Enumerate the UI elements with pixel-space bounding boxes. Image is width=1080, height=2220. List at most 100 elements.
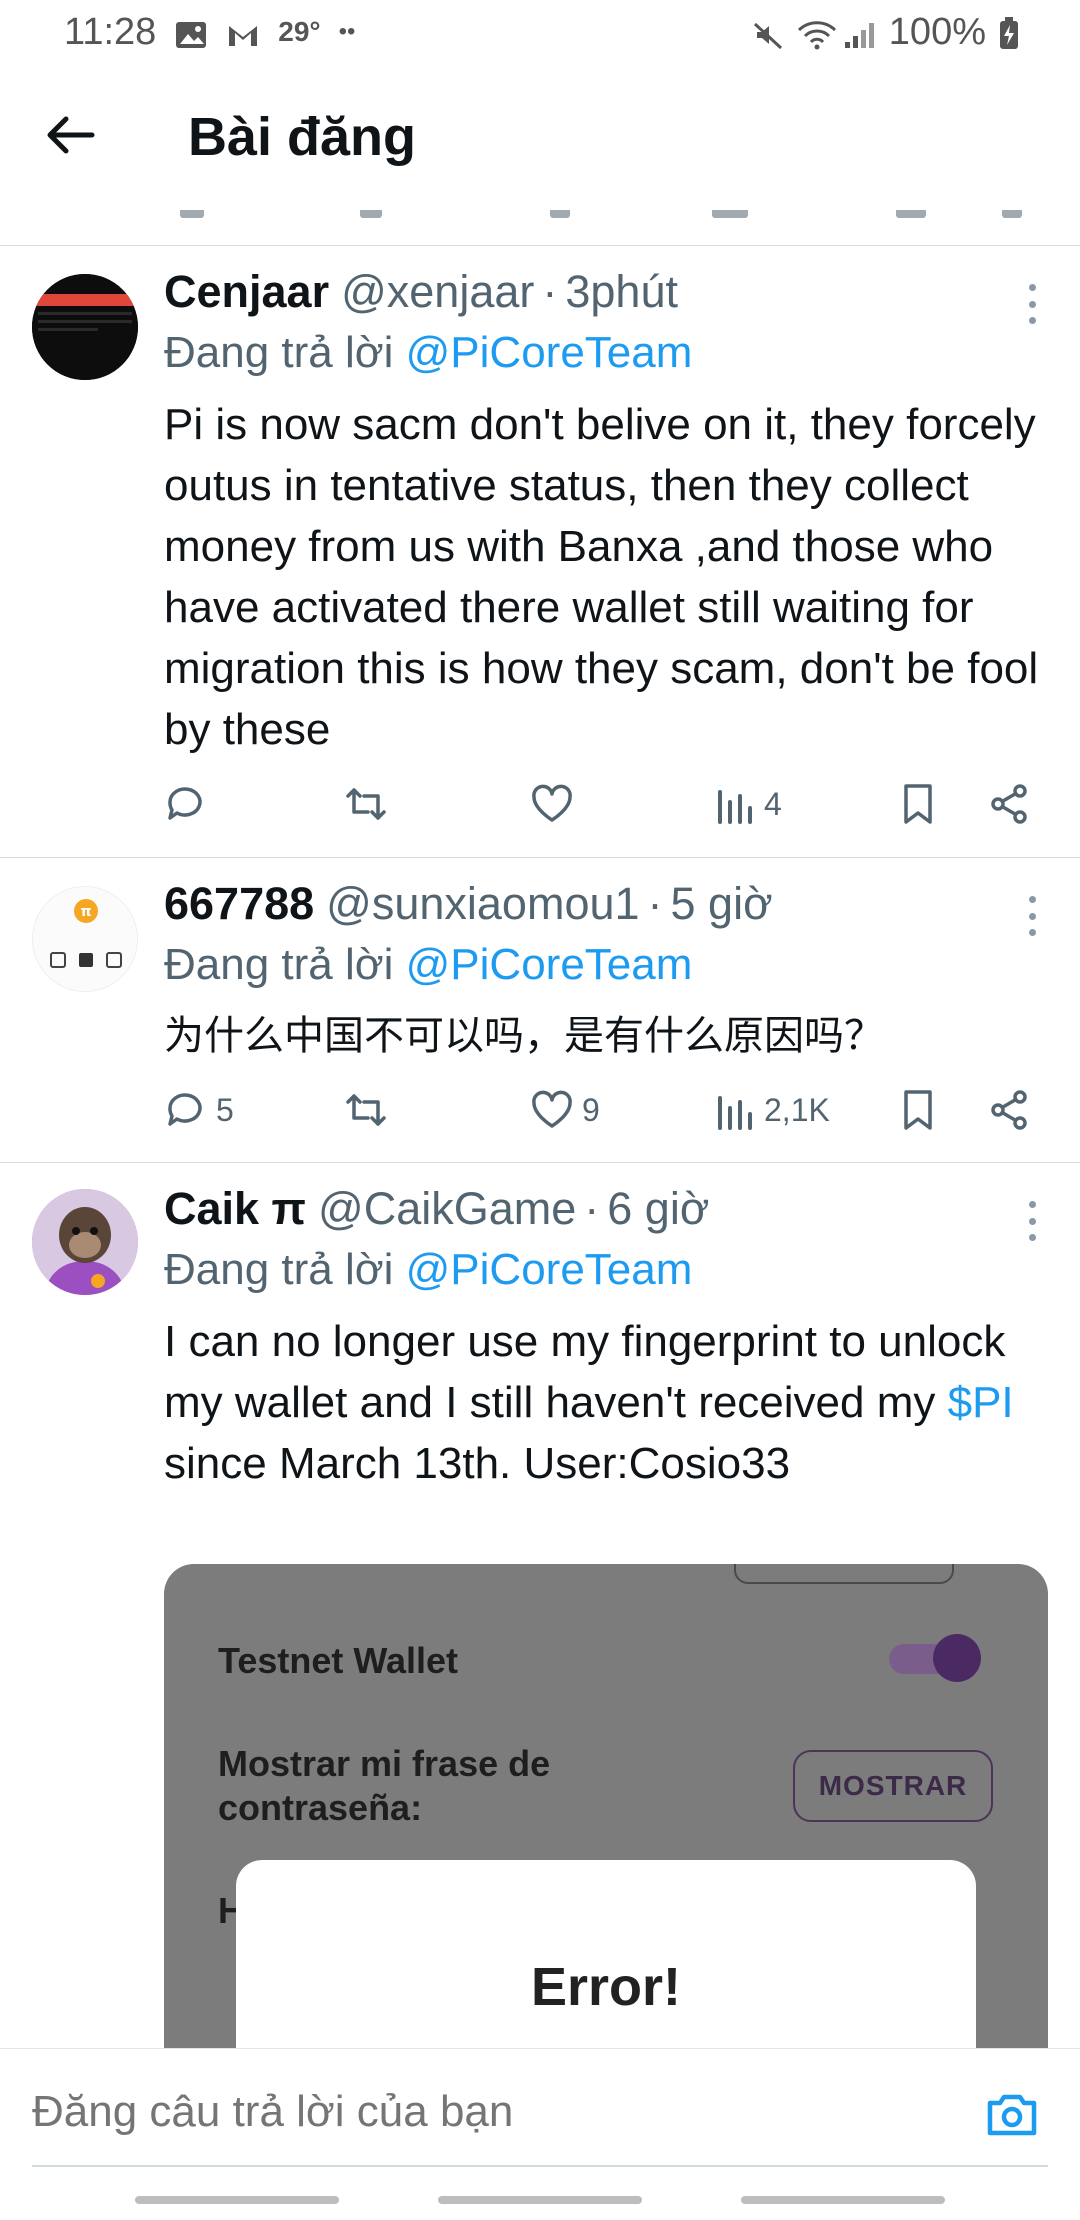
tweet-header: Cenjaar @xenjaar · 3phút (164, 266, 1040, 326)
views-button[interactable]: 2,1K (712, 1088, 896, 1132)
tweet-header: 667788 @sunxiaomou1 · 5 giờ (164, 878, 1040, 938)
tweet-time[interactable]: 3phút (565, 266, 678, 318)
more-options-button[interactable] (1024, 1201, 1040, 1241)
tweet-actions: 5 9 2,1K (164, 1080, 1050, 1140)
wifi-icon (797, 17, 836, 50)
gmail-icon (226, 17, 260, 47)
avatar[interactable] (32, 274, 138, 380)
bookmark-icon (904, 1090, 932, 1130)
share-icon (991, 784, 1027, 824)
tweet-text-part: I can no longer use my fingerprint to un… (164, 1317, 1006, 1427)
previous-tweet-actions-partial (0, 210, 1080, 246)
views-chart-icon (718, 790, 752, 824)
share-button[interactable] (988, 1088, 1032, 1132)
svg-text:π: π (80, 904, 91, 920)
tweet[interactable]: π 667788 @sunxiaomou1 · 5 giờ Đang trả l… (0, 858, 1080, 1163)
author-handle[interactable]: @sunxiaomou1 (326, 878, 639, 930)
page-title: Bài đăng (188, 107, 417, 167)
status-temperature: 29° (278, 16, 321, 47)
nav-recents-handle[interactable] (135, 2196, 339, 2204)
repost-button[interactable] (344, 782, 530, 826)
gallery-icon (174, 17, 208, 48)
arrow-left-icon (44, 113, 96, 162)
error-title: Error! (530, 1957, 682, 2017)
testnet-wallet-label: Testnet Wallet (218, 1640, 459, 1681)
tweet-time[interactable]: 5 giờ (671, 878, 773, 930)
error-dialog: Error! (236, 1860, 976, 2054)
status-bar: 11:28 29° •• 100% (0, 0, 1080, 64)
like-button[interactable] (530, 782, 712, 826)
input-underline (32, 2165, 1048, 2167)
reply-context: Đang trả lời @PiCoreTeam (164, 940, 1040, 1002)
status-more-dots: •• (338, 18, 356, 45)
views-chart-icon (718, 1096, 752, 1130)
more-options-button[interactable] (1024, 284, 1040, 324)
system-nav-bar (0, 2178, 1080, 2220)
bookmark-button[interactable] (896, 1088, 988, 1132)
author-handle[interactable]: @xenjaar (341, 266, 534, 318)
reply-icon (168, 787, 202, 820)
separator-dot: · (542, 266, 558, 317)
views-count: 2,1K (764, 1091, 830, 1128)
partial-button-outline (734, 1564, 954, 1584)
camera-icon (987, 2094, 1037, 2136)
separator-dot: · (584, 1183, 600, 1234)
heart-icon (532, 1090, 572, 1128)
reply-button[interactable]: 5 (164, 1088, 344, 1132)
heart-icon (532, 784, 572, 822)
tweet-text: I can no longer use my fingerprint to un… (164, 1311, 1040, 1494)
repost-icon (346, 788, 386, 820)
share-button[interactable] (988, 782, 1032, 826)
reply-composer-bar (0, 2048, 1080, 2178)
tweet-time[interactable]: 6 giờ (607, 1183, 709, 1235)
cashtag-link[interactable]: $PI (948, 1378, 1014, 1427)
repost-button[interactable] (344, 1088, 530, 1132)
signal-icon (843, 17, 877, 48)
more-options-button[interactable] (1024, 896, 1040, 936)
bookmark-button[interactable] (896, 782, 988, 826)
tweet-text-part: since March 13th. User:Cosio33 (164, 1439, 791, 1488)
mostrar-button: MOSTRAR (793, 1750, 993, 1822)
avatar[interactable] (32, 1189, 138, 1295)
repost-icon (346, 1094, 386, 1126)
mute-icon (751, 17, 785, 50)
reply-context: Đang trả lời @PiCoreTeam (164, 328, 1040, 390)
author-handle[interactable]: @CaikGame (318, 1183, 576, 1235)
tweet-text: Pi is now sacm don't belive on it, they … (164, 400, 1039, 754)
tweet-actions: 4 (164, 774, 1050, 834)
back-button[interactable] (0, 87, 140, 187)
nav-back-handle[interactable] (741, 2196, 945, 2204)
reply-count: 5 (216, 1091, 234, 1128)
tweet-header: Caik π @CaikGame · 6 giờ (164, 1183, 1040, 1243)
author-name[interactable]: Cenjaar (164, 266, 329, 318)
tweet[interactable]: Cenjaar @xenjaar · 3phút Đang trả lời @P… (0, 246, 1080, 858)
reply-button[interactable] (164, 782, 344, 826)
reply-prefix: Đang trả lời (164, 328, 394, 377)
reply-input[interactable] (32, 2087, 932, 2137)
reply-prefix: Đang trả lời (164, 940, 394, 989)
mention-link[interactable]: @PiCoreTeam (406, 328, 693, 377)
separator-dot: · (647, 878, 663, 929)
reply-icon (168, 1093, 202, 1126)
reply-context: Đang trả lời @PiCoreTeam (164, 1245, 1040, 1307)
mention-link[interactable]: @PiCoreTeam (406, 940, 693, 989)
battery-percent: 100% (888, 10, 986, 53)
bookmark-icon (904, 784, 932, 824)
nav-home-handle[interactable] (438, 2196, 642, 2204)
views-button[interactable]: 4 (712, 782, 896, 826)
tweet-media-image[interactable]: Testnet Wallet Mostrar mi frase de contr… (164, 1564, 1048, 2054)
battery-charging-icon (998, 17, 1020, 49)
author-name[interactable]: 667788 (164, 878, 314, 930)
testnet-toggle (889, 1634, 981, 1682)
views-count: 4 (764, 785, 782, 822)
mention-link[interactable]: @PiCoreTeam (406, 1245, 693, 1294)
app-header: Bài đăng (0, 64, 1080, 210)
avatar[interactable]: π (32, 886, 138, 992)
status-time: 11:28 (64, 10, 157, 53)
camera-button[interactable] (982, 2085, 1042, 2145)
like-count: 9 (582, 1091, 600, 1128)
passphrase-label: Mostrar mi frase de contraseña: (218, 1743, 551, 1828)
author-name[interactable]: Caik π (164, 1183, 306, 1235)
like-button[interactable]: 9 (530, 1088, 712, 1132)
share-icon (991, 1090, 1027, 1130)
